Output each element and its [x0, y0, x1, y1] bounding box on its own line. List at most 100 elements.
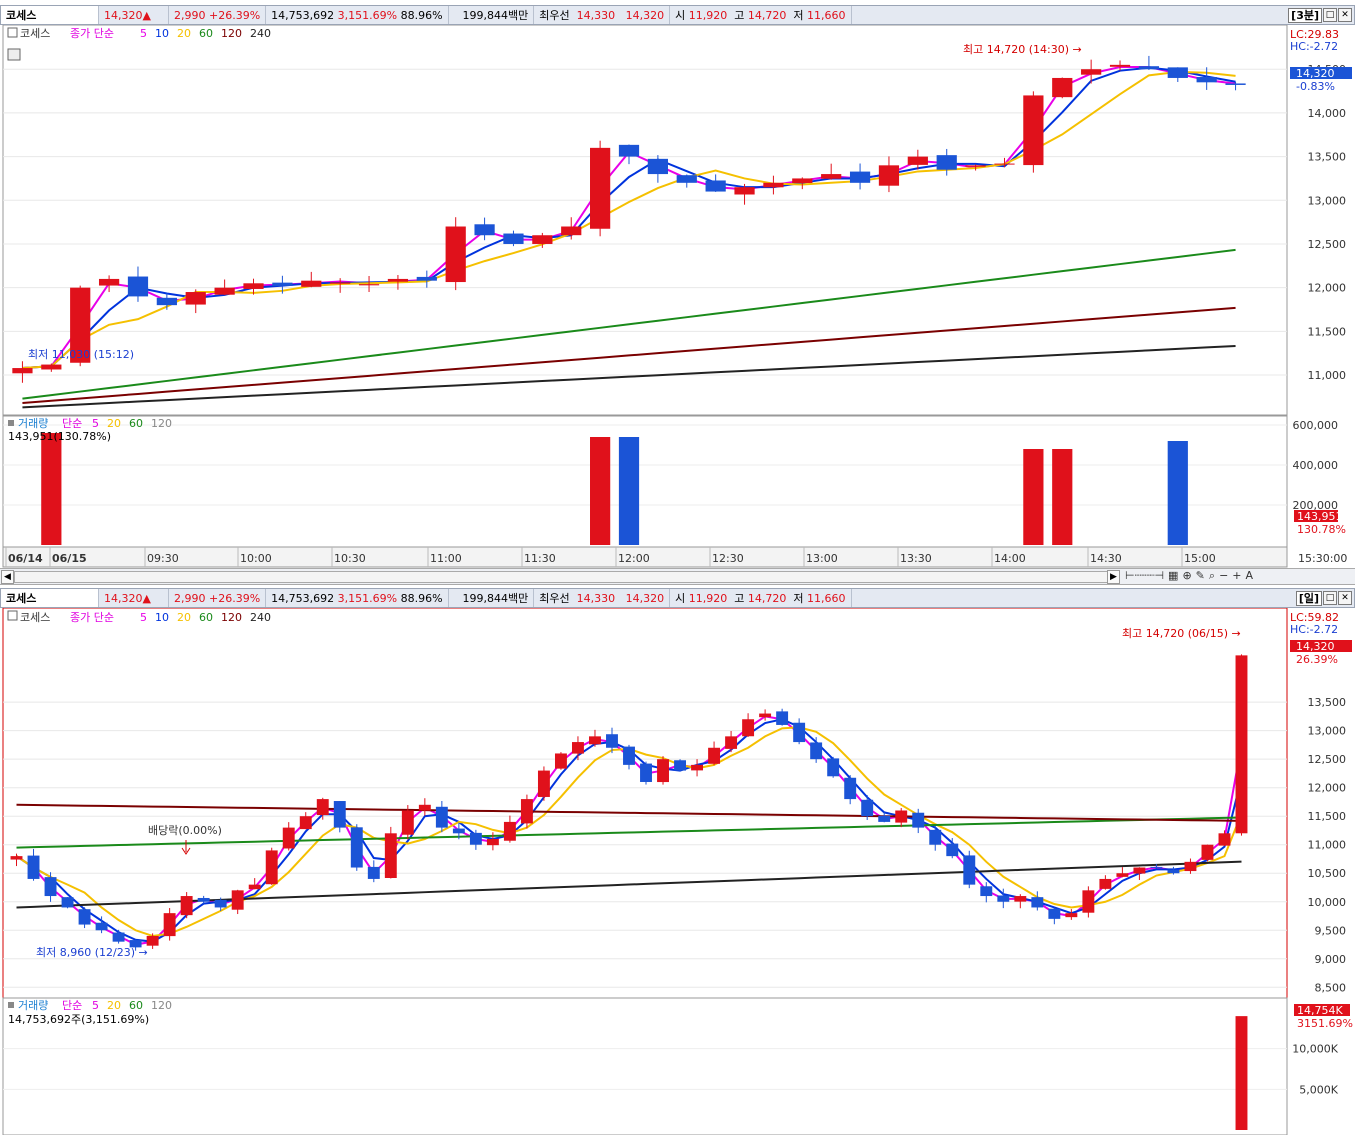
candle: [333, 801, 346, 828]
ma-legend-240: 240: [250, 611, 271, 624]
price-change-2: 2,990 +26.39%: [169, 589, 267, 607]
volume-bar: [590, 437, 611, 545]
candle: [1052, 77, 1073, 98]
candle: [214, 287, 235, 295]
candle: [994, 163, 1015, 165]
candle: [554, 753, 567, 769]
price-axis-label: 8,500: [1315, 981, 1347, 994]
candle: [469, 832, 482, 845]
volume-tag-text-2: 14,754K: [1297, 1004, 1343, 1017]
ma-legend-120: 120: [151, 999, 172, 1012]
close-icon-2[interactable]: ✕: [1338, 590, 1352, 605]
candle: [793, 722, 806, 743]
candle: [180, 896, 193, 916]
price-axis-label: 10,000: [1308, 896, 1347, 909]
volume-bar: [1167, 441, 1188, 545]
ma-legend-5: 5: [140, 27, 147, 40]
scroll-left-icon[interactable]: ◀: [1, 570, 14, 584]
candle: [78, 909, 91, 925]
candle: [503, 233, 524, 244]
ohl-info: 시 11,920 고 14,720 저 11,660: [670, 6, 852, 24]
time-axis-label: 15:30:00: [1298, 552, 1347, 565]
candle: [532, 235, 553, 244]
candle: [1184, 861, 1197, 872]
candle: [674, 760, 686, 771]
candle: [997, 895, 1010, 902]
current-price-2: 14,320▲: [99, 589, 169, 607]
zoom-out-icon[interactable]: −: [1219, 569, 1228, 583]
time-axis-label: 09:30: [147, 552, 179, 565]
candle: [98, 278, 120, 286]
crosshair-icon[interactable]: ⊕: [1182, 569, 1191, 583]
ma-legend-20: 20: [107, 417, 121, 430]
volume-info: 14,753,692 3,151.69% 88.96%: [266, 6, 449, 24]
stock-name-field-2[interactable]: 코세스: [1, 589, 99, 607]
table-icon[interactable]: ▦: [1168, 569, 1178, 583]
ma-legend-5: 5: [92, 999, 99, 1012]
volume-legend-2: 거래량: [18, 999, 48, 1012]
volume-value-2: 14,753,692주(3,151.69%): [8, 1013, 149, 1026]
candle: [486, 839, 499, 846]
volume-info-2: 14,753,692 3,151.69% 88.96%: [266, 589, 449, 607]
price-tag-text-2: 14,320: [1296, 640, 1335, 653]
candle: [12, 368, 33, 374]
candle: [895, 810, 908, 823]
daily-chart[interactable]: 13,500 13,000 12,500 12,000 11,500 11,000 10,5…: [0, 608, 1355, 1135]
draw-icon[interactable]: ✎: [1196, 569, 1205, 583]
font-icon[interactable]: A: [1246, 569, 1254, 583]
candle: [537, 770, 550, 797]
candle: [623, 746, 635, 765]
quote-bar-top: 코세스 14,320▲ 2,990 +26.39% 14,753,692 3,1…: [0, 5, 1355, 25]
candle: [1081, 69, 1102, 75]
candle: [445, 226, 466, 283]
period-button-daily[interactable]: [일]: [1295, 590, 1322, 606]
candle: [691, 764, 704, 771]
time-axis-label: 06/15: [52, 552, 87, 565]
candle: [330, 282, 351, 284]
candle: [734, 187, 755, 195]
candle: [1014, 896, 1027, 902]
candle: [299, 816, 312, 830]
candle: [301, 280, 322, 287]
volume-tag-pct: 130.78%: [1297, 523, 1346, 536]
candle: [474, 224, 495, 236]
candle: [907, 156, 928, 165]
period-button-3min[interactable]: [3분]: [1288, 7, 1322, 23]
candle: [1138, 66, 1160, 70]
candle: [878, 815, 891, 822]
zoom-in-icon[interactable]: +: [1232, 569, 1241, 583]
maximize-icon[interactable]: □: [1323, 7, 1337, 22]
volume-legend-ma: 단순: [62, 417, 82, 430]
candle: [416, 276, 437, 281]
candle: [350, 827, 363, 868]
search-icon[interactable]: ⌕: [1209, 569, 1215, 583]
zoom-slider-icon[interactable]: ⊢┈┈┈⊣: [1125, 569, 1164, 583]
close-icon[interactable]: ✕: [1338, 7, 1352, 22]
maximize-icon-2[interactable]: □: [1323, 590, 1337, 605]
candle: [946, 843, 959, 857]
price-axis-label: 11,500: [1308, 325, 1347, 338]
candle: [112, 932, 125, 942]
time-axis-label: 13:30: [900, 552, 932, 565]
candle: [1116, 873, 1129, 877]
intraday-chart[interactable]: 14,50014,00013,50013,00012,50012,00011,5…: [0, 25, 1355, 568]
candle: [231, 890, 244, 910]
candle: [776, 711, 789, 725]
candle: [810, 742, 823, 760]
candle: [827, 758, 840, 777]
horizontal-scrollbar[interactable]: [14, 571, 1114, 583]
grid-toggle-icon[interactable]: [7, 48, 21, 61]
volume-axis-label: 600,000: [1293, 419, 1339, 432]
scroll-right-icon[interactable]: ▶: [1107, 570, 1120, 584]
ma-legend-60: 60: [129, 417, 143, 430]
candle: [1048, 908, 1061, 919]
time-axis-label: 11:00: [430, 552, 462, 565]
ma-legend-10: 10: [155, 611, 169, 624]
candle: [61, 897, 74, 908]
price-axis-label: 12,500: [1308, 238, 1347, 251]
candle: [418, 804, 431, 811]
volume-value: 143,951(130.78%): [8, 430, 111, 443]
candle: [1099, 878, 1112, 889]
stock-name-field[interactable]: 코세스: [1, 6, 99, 24]
time-axis-label: 14:30: [1090, 552, 1122, 565]
